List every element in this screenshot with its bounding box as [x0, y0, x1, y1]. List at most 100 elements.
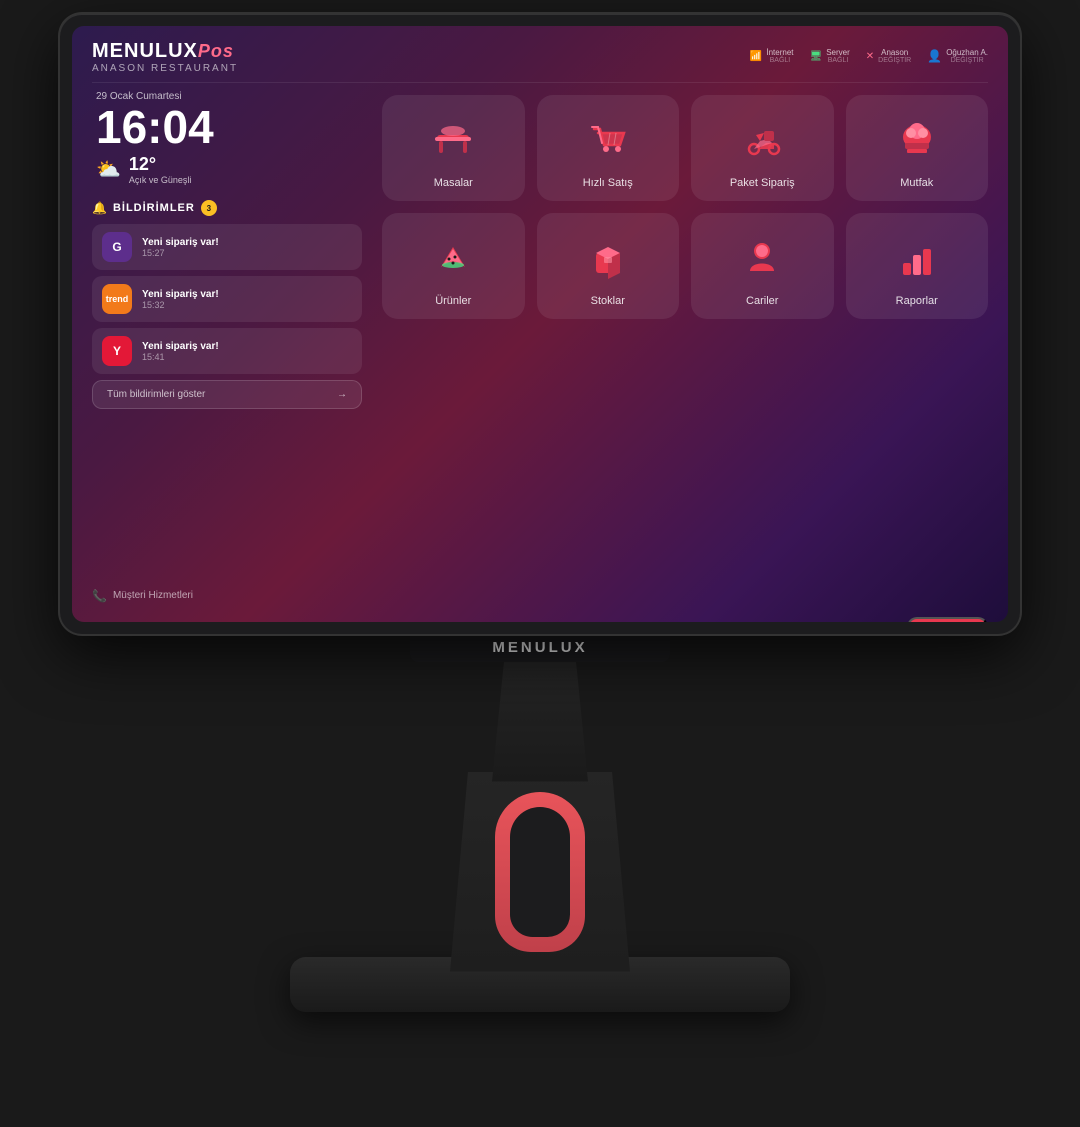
menu-item-raporlar[interactable]: Raporlar — [846, 213, 989, 319]
urunler-label: Ürünler — [435, 295, 471, 307]
monitor: MENULUXPos ANASON RESTAURANT 📶 İnternet … — [60, 14, 1020, 634]
status-anason[interactable]: ✕ Anason DEĞİŞTİR — [866, 48, 911, 66]
header-status: 📶 İnternet BAĞLI 🖥 Server BAĞLI — [750, 48, 988, 66]
time-text: 16:04 — [96, 104, 358, 150]
hizli-satis-icon — [584, 115, 632, 163]
mutfak-icon — [893, 115, 941, 163]
notifications-section: 🔔 BİLDİRİMLER 3 G Yeni sipariş var! 15:2… — [92, 200, 362, 570]
stand-neck — [480, 662, 600, 782]
menu-item-cariler[interactable]: Cariler — [691, 213, 834, 319]
header: MENULUXPos ANASON RESTAURANT 📶 İnternet … — [72, 26, 1008, 82]
menu-item-paket-siparis[interactable]: Paket Sipariş — [691, 95, 834, 201]
stand — [290, 662, 790, 1012]
urunler-icon-wrap — [425, 229, 481, 285]
masalar-icon — [429, 115, 477, 163]
masalar-label: Masalar — [434, 177, 473, 189]
trendyol-logo: trend — [102, 284, 132, 314]
arrow-right-icon: → — [337, 389, 347, 400]
hizli-satis-label: Hızlı Satış — [583, 177, 633, 189]
notif-item-yemeksepeti[interactable]: Y Yeni sipariş var! 15:41 — [92, 328, 362, 374]
monitor-brand-bar: MENULUX — [410, 634, 670, 662]
raporlar-icon — [893, 233, 941, 281]
yemeksepeti-logo: Y — [102, 336, 132, 366]
notif-text-yemeksepeti: Yeni sipariş var! — [142, 341, 352, 352]
raporlar-label: Raporlar — [896, 295, 938, 307]
notif-time-yemeksepeti: 15:41 — [142, 352, 352, 362]
notif-content-getir: Yeni sipariş var! 15:27 — [142, 237, 352, 258]
monitor-brand-text: MENULUX — [492, 639, 587, 656]
weather-icon: ⛅ — [96, 157, 121, 182]
left-panel: 29 Ocak Cumartesi 16:04 ⛅ 12° Açık ve Gü… — [92, 91, 362, 607]
urunler-icon — [429, 233, 477, 281]
weather-desc: Açık ve Güneşli — [129, 175, 192, 187]
status-user[interactable]: 👤 Oğuzhan A. DEĞİŞTİR — [927, 48, 988, 66]
x-icon: ✕ — [866, 51, 874, 62]
menu-item-hizli-satis[interactable]: Hızlı Satış — [537, 95, 680, 201]
server-icon: 🖥 — [810, 51, 823, 62]
notif-item-trendyol[interactable]: trend Yeni sipariş var! 15:32 — [92, 276, 362, 322]
cariler-label: Cariler — [746, 295, 778, 307]
customer-service-row[interactable]: 📞 Müşteri Hizmetleri — [92, 585, 362, 607]
notif-content-trendyol: Yeni sipariş var! 15:32 — [142, 289, 352, 310]
settings-button[interactable]: Ayarlar ⚙ — [907, 617, 988, 622]
status-server: 🖥 Server BAĞLI — [810, 48, 850, 66]
paket-siparis-icon — [738, 115, 786, 163]
menu-item-stoklar[interactable]: Stoklar — [537, 213, 680, 319]
menu-grid: Masalar — [382, 95, 988, 319]
server-label: Server BAĞLI — [826, 48, 850, 66]
datetime-section: 29 Ocak Cumartesi 16:04 ⛅ 12° Açık ve Gü… — [92, 91, 362, 187]
mutfak-icon-wrap — [889, 111, 945, 167]
menu-item-mutfak[interactable]: Mutfak — [846, 95, 989, 201]
internet-label: İnternet BAĞLI — [766, 48, 793, 66]
stoklar-icon-wrap — [580, 229, 636, 285]
menu-item-urunler[interactable]: Ürünler — [382, 213, 525, 319]
temp-text: 12° — [129, 154, 156, 174]
cariler-icon — [738, 233, 786, 281]
status-internet: 📶 İnternet BAĞLI — [750, 48, 794, 66]
notif-time-trendyol: 15:32 — [142, 300, 352, 310]
notif-text-getir: Yeni sipariş var! — [142, 237, 352, 248]
notif-badge: 3 — [201, 200, 217, 216]
weather-row: ⛅ 12° Açık ve Güneşli — [96, 154, 358, 187]
logo-text: MENULUXPos — [92, 40, 238, 63]
pos-label: Pos — [198, 41, 234, 61]
notif-title: BİLDİRİMLER — [113, 202, 195, 214]
right-panel: Masalar — [382, 91, 988, 607]
stoklar-icon — [584, 233, 632, 281]
user-label: Oğuzhan A. DEĞİŞTİR — [946, 48, 988, 66]
mutfak-label: Mutfak — [900, 177, 933, 189]
notif-item-getir[interactable]: G Yeni sipariş var! 15:27 — [92, 224, 362, 270]
masalar-icon-wrap — [425, 111, 481, 167]
restaurant-name: ANASON RESTAURANT — [92, 63, 238, 74]
phone-icon: 📞 — [92, 589, 107, 603]
show-all-button[interactable]: Tüm bildirimleri göster → — [92, 380, 362, 409]
main-content: 29 Ocak Cumartesi 16:04 ⛅ 12° Açık ve Gü… — [72, 91, 1008, 617]
stand-arm — [450, 772, 630, 972]
date-text: 29 Ocak Cumartesi — [96, 91, 358, 102]
brand-name: MENULUX — [92, 40, 198, 62]
notif-text-trendyol: Yeni sipariş var! — [142, 289, 352, 300]
spacer — [382, 333, 988, 607]
screen-footer: Menulux Pos 12.0 Ayarlar ⚙ — [72, 617, 1008, 622]
stoklar-label: Stoklar — [591, 295, 625, 307]
stand-bracket-inner — [510, 807, 570, 937]
user-icon: 👤 — [927, 49, 942, 63]
cariler-icon-wrap — [734, 229, 790, 285]
paket-siparis-label: Paket Sipariş — [730, 177, 795, 189]
anason-label: Anason DEĞİŞTİR — [878, 48, 911, 66]
show-all-label: Tüm bildirimleri göster — [107, 389, 205, 400]
paket-siparis-icon-wrap — [734, 111, 790, 167]
screen: MENULUXPos ANASON RESTAURANT 📶 İnternet … — [72, 26, 1008, 622]
getir-logo: G — [102, 232, 132, 262]
stand-bracket — [495, 792, 585, 952]
raporlar-icon-wrap — [889, 229, 945, 285]
bell-icon: 🔔 — [92, 201, 107, 215]
logo-area: MENULUXPos ANASON RESTAURANT — [92, 40, 238, 74]
header-divider — [92, 82, 988, 83]
menu-item-masalar[interactable]: Masalar — [382, 95, 525, 201]
wifi-icon: 📶 — [750, 51, 762, 62]
notif-content-yemeksepeti: Yeni sipariş var! 15:41 — [142, 341, 352, 362]
device-wrapper: MENULUXPos ANASON RESTAURANT 📶 İnternet … — [50, 14, 1030, 1114]
notif-time-getir: 15:27 — [142, 248, 352, 258]
customer-service-label: Müşteri Hizmetleri — [113, 590, 193, 601]
